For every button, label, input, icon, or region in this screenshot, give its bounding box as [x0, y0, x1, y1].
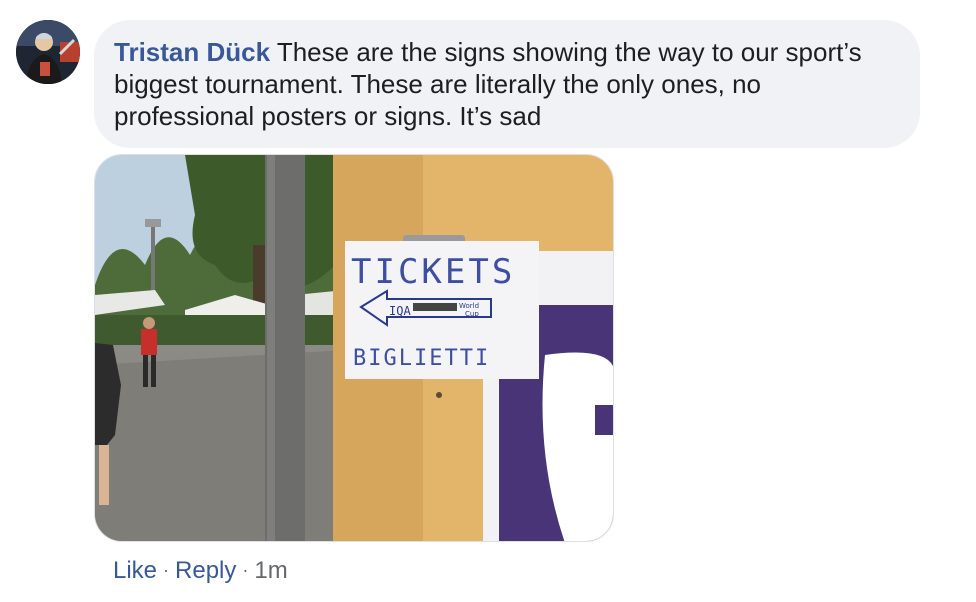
photo-hedge	[95, 315, 345, 345]
comment-photo[interactable]: TICKETS IQA World Cup BIGLIETTI	[94, 154, 614, 542]
timestamp[interactable]: 1m	[254, 557, 287, 584]
photo-person-left-leg	[99, 445, 109, 505]
sign-arrow-small-2: Cup	[465, 310, 479, 318]
separator: ·	[242, 560, 249, 580]
photo-person-shirt	[141, 329, 157, 355]
photo-light-pole	[151, 225, 155, 295]
sign-arrow-small-1: World	[459, 302, 479, 310]
photo-road-shade	[95, 350, 345, 541]
photo-banner-letter	[595, 405, 613, 435]
photo-pole-highlight	[267, 155, 275, 541]
comment-bubble: Tristan Dück These are the signs showing…	[94, 20, 920, 148]
photo-person-leg-right	[151, 355, 156, 387]
comment: Tristan Dück These are the signs showing…	[0, 0, 976, 602]
author-name-link[interactable]: Tristan Dück	[114, 37, 270, 67]
sign-footer: BIGLIETTI	[353, 346, 490, 371]
photo-person-head	[143, 317, 155, 329]
sign-redaction	[413, 303, 457, 311]
reply-button[interactable]: Reply	[175, 557, 236, 584]
comment-actions: Like · Reply · 1m	[113, 556, 288, 585]
sign-arrow-text: IQA	[389, 304, 411, 318]
photo-light-head	[145, 219, 161, 227]
photo-person-leg-left	[143, 355, 148, 387]
sign-heading: TICKETS	[351, 252, 515, 292]
author-avatar[interactable]	[16, 20, 80, 84]
separator: ·	[163, 560, 170, 580]
like-button[interactable]: Like	[113, 557, 157, 584]
photo-pin	[436, 392, 442, 398]
avatar-photo	[16, 20, 80, 84]
sign-paper: TICKETS IQA World Cup BIGLIETTI	[345, 241, 539, 379]
